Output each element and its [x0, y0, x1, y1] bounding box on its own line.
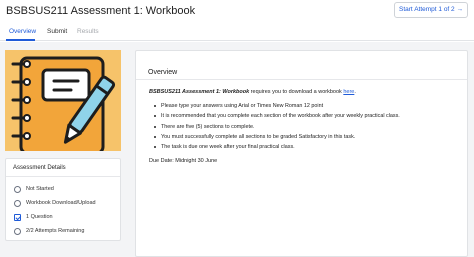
list-item: There are five (5) sections to complete. [153, 124, 400, 134]
status-item: Not Started [14, 185, 54, 193]
attempts-label: 2/2 Attempts Remaining [26, 228, 85, 234]
page-title: BSBSUS211 Assessment 1: Workbook [6, 5, 196, 17]
overview-card: Overview BSBSUS211 Assessment 1: Workboo… [135, 50, 468, 257]
instructions-list: Please type your answers using Arial or … [153, 103, 400, 154]
top-bar: BSBSUS211 Assessment 1: Workbook Start A… [0, 0, 474, 24]
tab-results: Results [77, 28, 99, 35]
workbook-download-link[interactable]: here [343, 89, 354, 95]
type-item: Workbook Download/Upload [14, 199, 96, 207]
intro-text: requires you to download a workbook [249, 89, 344, 95]
assessment-name: BSBSUS211 Assessment 1: Workbook [149, 89, 250, 95]
active-tab-indicator [6, 39, 35, 41]
checkbox-icon [14, 213, 21, 221]
overview-intro: BSBSUS211 Assessment 1: Workbook require… [149, 89, 356, 95]
list-item: It is recommended that you complete each… [153, 113, 400, 123]
start-attempt-button[interactable]: Start Attempt 1 of 2 → [394, 2, 468, 18]
status-label: Not Started [26, 186, 54, 192]
circle-icon [14, 227, 21, 235]
questions-item: 1 Question [14, 213, 53, 221]
assessment-details-card: Assessment Details Not Started Workbook … [5, 158, 121, 241]
tab-overview[interactable]: Overview [9, 28, 36, 35]
list-item: You must successfully complete all secti… [153, 134, 400, 144]
circle-icon [14, 185, 21, 193]
attempts-item: 2/2 Attempts Remaining [14, 227, 84, 235]
tab-submit[interactable]: Submit [47, 28, 67, 35]
notebook-pen-icon [11, 56, 116, 151]
circle-icon [14, 199, 21, 207]
overview-header: Overview [136, 51, 467, 80]
questions-label: 1 Question [26, 214, 53, 220]
due-date: Due Date: Midnight 30 June [149, 158, 218, 164]
list-item: The task is due one week after your fina… [153, 144, 400, 154]
tab-bar: Overview Submit Results [0, 24, 474, 41]
overview-title: Overview [148, 69, 178, 76]
details-title: Assessment Details [6, 159, 120, 177]
intro-end: . [354, 89, 356, 95]
type-label: Workbook Download/Upload [26, 200, 96, 206]
assessment-hero-image [5, 50, 121, 151]
list-item: Please type your answers using Arial or … [153, 103, 400, 113]
